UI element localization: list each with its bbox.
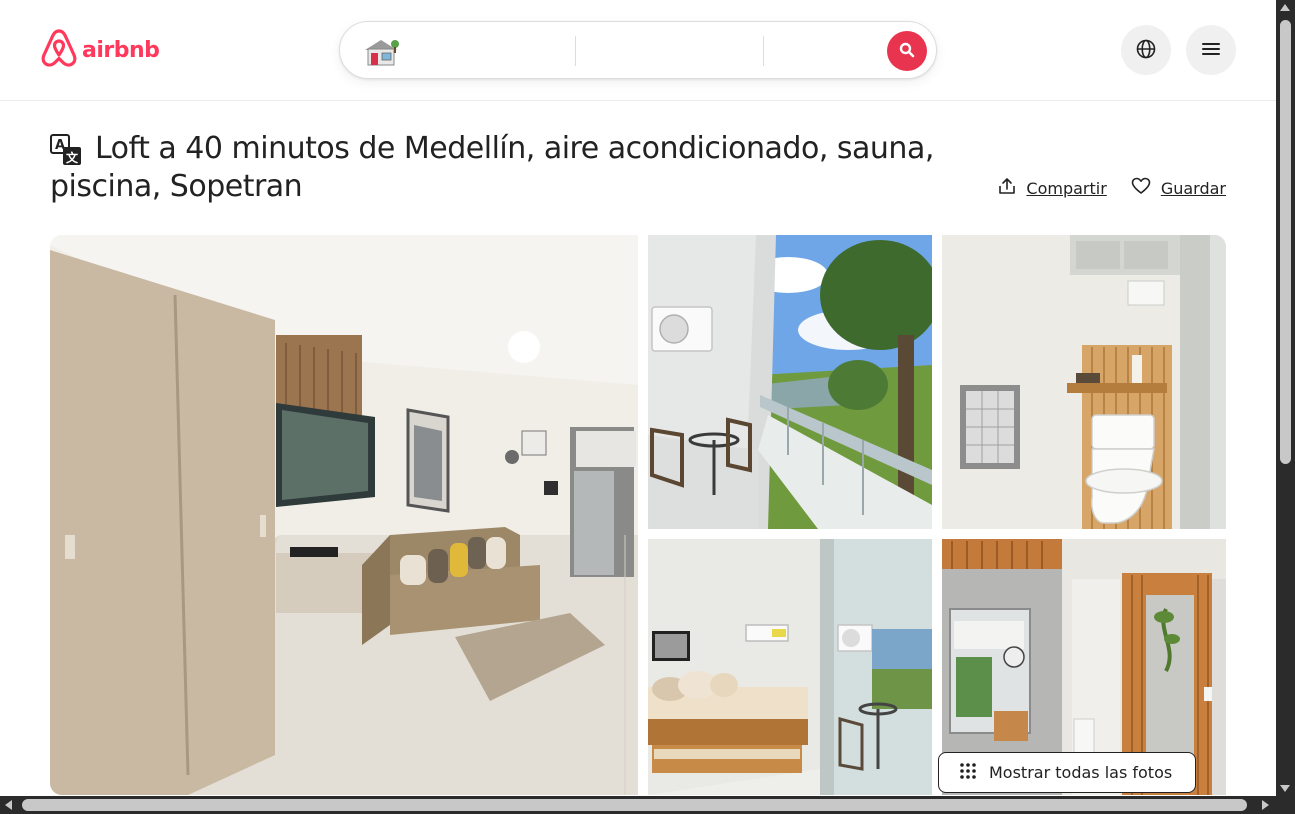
heart-icon [1131,177,1151,199]
listing-actions: Compartir Guardar [998,177,1226,199]
search-icon [899,42,915,61]
search-where-field[interactable] [340,22,576,78]
share-label: Compartir [1026,178,1107,198]
language-button[interactable] [1121,25,1171,75]
vertical-scrollbar[interactable] [1276,0,1295,796]
scroll-up-arrow[interactable] [1280,4,1290,11]
search-bar[interactable] [339,21,937,79]
scroll-down-arrow[interactable] [1280,785,1290,792]
save-label: Guardar [1160,178,1226,198]
airbnb-belo-icon [40,28,78,73]
house-icon [362,34,400,73]
grid-dots-icon [959,762,977,784]
horizontal-scrollbar[interactable] [0,796,1295,814]
listing-title: Loft a 40 minutos de Medellín, aire acon… [50,131,934,204]
horizontal-scroll-thumb[interactable] [22,799,1247,811]
gallery-photo-bathroom[interactable] [942,235,1226,529]
top-header: airbnb [0,0,1276,101]
search-when-field[interactable] [576,22,764,78]
show-all-photos-label: Mostrar todas las fotos [989,763,1173,782]
listing-title-row: A 文 Loft a 40 minutos de Medellín, aire … [50,130,1226,210]
show-all-photos-button[interactable]: Mostrar todas las fotos [938,752,1196,793]
vertical-scroll-thumb[interactable] [1280,20,1291,464]
gallery-photo-balcony[interactable] [648,235,932,529]
gallery-photo-main[interactable] [50,235,638,795]
share-button[interactable]: Compartir [998,177,1107,199]
gallery-photo-bedroom[interactable] [648,539,932,795]
airbnb-logo[interactable]: airbnb [40,28,160,73]
scroll-left-arrow[interactable] [5,800,12,810]
airbnb-wordmark: airbnb [82,37,160,63]
globe-icon [1136,39,1156,62]
share-icon [998,177,1016,199]
scroll-right-arrow[interactable] [1262,800,1269,810]
hamburger-menu-icon [1202,42,1220,59]
photo-gallery [50,235,1226,795]
main-menu-button[interactable] [1186,25,1236,75]
search-button[interactable] [887,31,927,71]
save-button[interactable]: Guardar [1131,177,1226,199]
